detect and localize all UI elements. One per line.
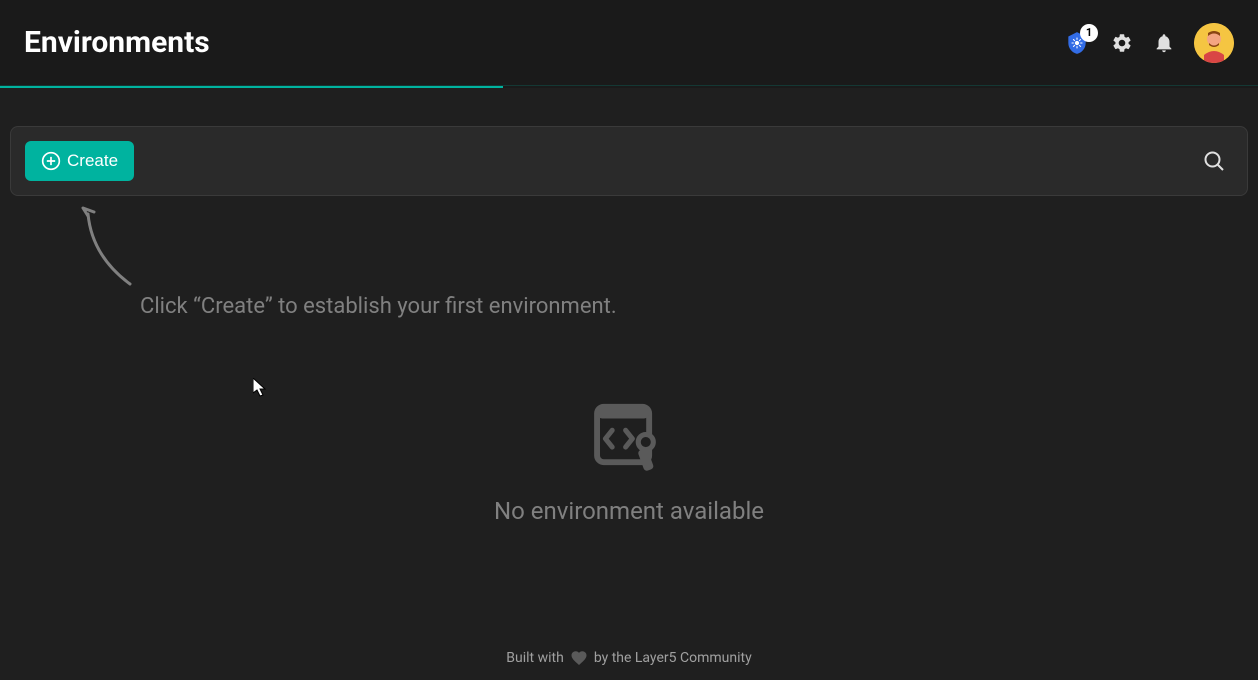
avatar-image [1194, 23, 1234, 63]
footer: Built with by the Layer5 Community [0, 636, 1258, 680]
empty-state-text: No environment available [494, 497, 764, 525]
footer-prefix: Built with [506, 650, 564, 666]
plus-circle-icon [41, 151, 61, 171]
search-icon [1202, 149, 1226, 173]
avatar[interactable] [1194, 23, 1234, 63]
notifications-button[interactable] [1152, 31, 1176, 55]
arrow-hint-icon [70, 206, 140, 296]
kubernetes-status-button[interactable]: 1 [1062, 28, 1092, 58]
empty-state-icon [587, 395, 671, 479]
toolbar: Create [10, 126, 1248, 196]
main-content: Create Click “Create” to establish your … [0, 88, 1258, 636]
page-title: Environments [24, 25, 210, 60]
footer-suffix: by the Layer5 Community [594, 650, 752, 666]
badge-count: 1 [1080, 24, 1098, 42]
header: Environments 1 [0, 0, 1258, 86]
settings-button[interactable] [1110, 31, 1134, 55]
empty-state: No environment available [494, 395, 764, 525]
heart-icon [570, 649, 588, 667]
header-actions: 1 [1062, 23, 1234, 63]
gear-icon [1111, 32, 1133, 54]
hint-container: Click “Create” to establish your first e… [10, 206, 1248, 319]
search-button[interactable] [1201, 148, 1227, 174]
create-button-label: Create [67, 151, 118, 171]
bell-icon [1153, 32, 1175, 54]
create-button[interactable]: Create [25, 141, 134, 181]
hint-text: Click “Create” to establish your first e… [70, 206, 1248, 319]
